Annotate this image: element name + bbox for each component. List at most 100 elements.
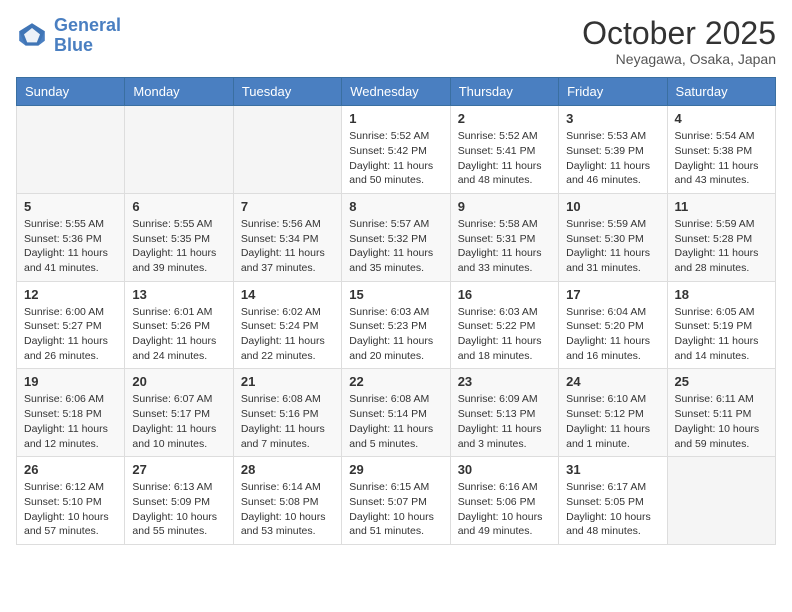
day-number: 5 — [24, 199, 117, 214]
day-number: 22 — [349, 374, 442, 389]
calendar-day-31: 31 Sunrise: 6:17 AM Sunset: 5:05 PM Dayli… — [559, 457, 667, 545]
calendar-week-row: 26Sunrise: 6:12 AM Sunset: 5:10 PM Dayli… — [17, 457, 776, 545]
day-info: Sunrise: 5:59 AM Sunset: 5:30 PM Dayligh… — [566, 217, 659, 276]
day-number: 29 — [349, 462, 442, 477]
day-info: Sunrise: 6:05 AM Sunset: 5:19 PM Dayligh… — [675, 305, 768, 364]
day-info: Sunrise: 6:13 AM Sunset: 5:09 PM Dayligh… — [132, 480, 225, 539]
calendar-day-17: 17Sunrise: 6:04 AM Sunset: 5:20 PM Dayli… — [559, 281, 667, 369]
logo: General Blue — [16, 16, 121, 56]
day-info: Sunrise: 6:02 AM Sunset: 5:24 PM Dayligh… — [241, 305, 334, 364]
calendar-day-20: 20 Sunrise: 6:07 AM Sunset: 5:17 PM Dayli… — [125, 369, 233, 457]
col-header-sunday: Sunday — [17, 78, 125, 106]
calendar-day-22: 22 Sunrise: 6:08 AM Sunset: 5:14 PM Dayli… — [342, 369, 450, 457]
day-number: 16 — [458, 287, 551, 302]
day-info: Sunrise: 6:06 AM Sunset: 5:18 PM Dayligh… — [24, 392, 117, 451]
location-subtitle: Neyagawa, Osaka, Japan — [582, 51, 776, 67]
calendar-day-18: 18 Sunrise: 6:05 AM Sunset: 5:19 PM Dayli… — [667, 281, 775, 369]
day-info: Sunrise: 6:10 AM Sunset: 5:12 PM Dayligh… — [566, 392, 659, 451]
day-number: 25 — [675, 374, 768, 389]
day-number: 6 — [132, 199, 225, 214]
calendar-day-13: 13 Sunrise: 6:01 AM Sunset: 5:26 PM Dayli… — [125, 281, 233, 369]
day-info: Sunrise: 5:54 AM Sunset: 5:38 PM Dayligh… — [675, 129, 768, 188]
calendar-header-row: SundayMondayTuesdayWednesdayThursdayFrid… — [17, 78, 776, 106]
day-info: Sunrise: 5:57 AM Sunset: 5:32 PM Dayligh… — [349, 217, 442, 276]
calendar-day-16: 16Sunrise: 6:03 AM Sunset: 5:22 PM Dayli… — [450, 281, 558, 369]
calendar-day-28: 28 Sunrise: 6:14 AM Sunset: 5:08 PM Dayli… — [233, 457, 341, 545]
logo-icon — [16, 20, 48, 52]
empty-cell — [125, 106, 233, 194]
day-info: Sunrise: 6:07 AM Sunset: 5:17 PM Dayligh… — [132, 392, 225, 451]
calendar-table: SundayMondayTuesdayWednesdayThursdayFrid… — [16, 77, 776, 545]
day-info: Sunrise: 5:59 AM Sunset: 5:28 PM Dayligh… — [675, 217, 768, 276]
day-info: Sunrise: 6:17 AM Sunset: 5:05 PM Dayligh… — [566, 480, 659, 539]
empty-cell — [233, 106, 341, 194]
day-number: 31 — [566, 462, 659, 477]
calendar-day-1: 1Sunrise: 5:52 AM Sunset: 5:42 PM Daylig… — [342, 106, 450, 194]
day-number: 9 — [458, 199, 551, 214]
day-info: Sunrise: 6:12 AM Sunset: 5:10 PM Dayligh… — [24, 480, 117, 539]
calendar-day-29: 29 Sunrise: 6:15 AM Sunset: 5:07 PM Dayli… — [342, 457, 450, 545]
day-number: 15 — [349, 287, 442, 302]
day-number: 12 — [24, 287, 117, 302]
calendar-week-row: 5 Sunrise: 5:55 AM Sunset: 5:36 PM Daylig… — [17, 193, 776, 281]
col-header-thursday: Thursday — [450, 78, 558, 106]
calendar-day-7: 7Sunrise: 5:56 AM Sunset: 5:34 PM Daylig… — [233, 193, 341, 281]
day-info: Sunrise: 6:01 AM Sunset: 5:26 PM Dayligh… — [132, 305, 225, 364]
day-info: Sunrise: 6:08 AM Sunset: 5:14 PM Dayligh… — [349, 392, 442, 451]
logo-line1: General — [54, 15, 121, 35]
calendar-day-14: 14 Sunrise: 6:02 AM Sunset: 5:24 PM Dayli… — [233, 281, 341, 369]
calendar-day-11: 11 Sunrise: 5:59 AM Sunset: 5:28 PM Dayli… — [667, 193, 775, 281]
calendar-day-9: 9 Sunrise: 5:58 AM Sunset: 5:31 PM Daylig… — [450, 193, 558, 281]
day-number: 14 — [241, 287, 334, 302]
day-number: 24 — [566, 374, 659, 389]
calendar-day-24: 24 Sunrise: 6:10 AM Sunset: 5:12 PM Dayli… — [559, 369, 667, 457]
day-info: Sunrise: 6:14 AM Sunset: 5:08 PM Dayligh… — [241, 480, 334, 539]
calendar-day-8: 8 Sunrise: 5:57 AM Sunset: 5:32 PM Daylig… — [342, 193, 450, 281]
day-number: 8 — [349, 199, 442, 214]
day-number: 3 — [566, 111, 659, 126]
day-info: Sunrise: 6:09 AM Sunset: 5:13 PM Dayligh… — [458, 392, 551, 451]
day-number: 30 — [458, 462, 551, 477]
day-info: Sunrise: 5:52 AM Sunset: 5:42 PM Dayligh… — [349, 129, 442, 188]
day-info: Sunrise: 5:58 AM Sunset: 5:31 PM Dayligh… — [458, 217, 551, 276]
logo-text: General Blue — [54, 16, 121, 56]
col-header-monday: Monday — [125, 78, 233, 106]
day-number: 10 — [566, 199, 659, 214]
calendar-day-15: 15 Sunrise: 6:03 AM Sunset: 5:23 PM Dayli… — [342, 281, 450, 369]
col-header-wednesday: Wednesday — [342, 78, 450, 106]
calendar-day-2: 2Sunrise: 5:52 AM Sunset: 5:41 PM Daylig… — [450, 106, 558, 194]
calendar-day-5: 5 Sunrise: 5:55 AM Sunset: 5:36 PM Daylig… — [17, 193, 125, 281]
day-info: Sunrise: 5:55 AM Sunset: 5:36 PM Dayligh… — [24, 217, 117, 276]
month-title: October 2025 — [582, 16, 776, 51]
day-number: 17 — [566, 287, 659, 302]
day-number: 4 — [675, 111, 768, 126]
day-number: 13 — [132, 287, 225, 302]
calendar-week-row: 19 Sunrise: 6:06 AM Sunset: 5:18 PM Dayli… — [17, 369, 776, 457]
calendar-day-21: 21Sunrise: 6:08 AM Sunset: 5:16 PM Dayli… — [233, 369, 341, 457]
day-info: Sunrise: 5:53 AM Sunset: 5:39 PM Dayligh… — [566, 129, 659, 188]
day-number: 20 — [132, 374, 225, 389]
day-info: Sunrise: 6:16 AM Sunset: 5:06 PM Dayligh… — [458, 480, 551, 539]
logo-line2: Blue — [54, 35, 93, 55]
calendar-day-23: 23Sunrise: 6:09 AM Sunset: 5:13 PM Dayli… — [450, 369, 558, 457]
header: General Blue October 2025 Neyagawa, Osak… — [16, 16, 776, 67]
day-info: Sunrise: 6:11 AM Sunset: 5:11 PM Dayligh… — [675, 392, 768, 451]
calendar-day-10: 10 Sunrise: 5:59 AM Sunset: 5:30 PM Dayli… — [559, 193, 667, 281]
day-info: Sunrise: 5:55 AM Sunset: 5:35 PM Dayligh… — [132, 217, 225, 276]
empty-cell — [667, 457, 775, 545]
calendar-day-6: 6 Sunrise: 5:55 AM Sunset: 5:35 PM Daylig… — [125, 193, 233, 281]
day-number: 28 — [241, 462, 334, 477]
day-info: Sunrise: 6:15 AM Sunset: 5:07 PM Dayligh… — [349, 480, 442, 539]
day-info: Sunrise: 6:03 AM Sunset: 5:23 PM Dayligh… — [349, 305, 442, 364]
calendar-day-25: 25 Sunrise: 6:11 AM Sunset: 5:11 PM Dayli… — [667, 369, 775, 457]
day-number: 11 — [675, 199, 768, 214]
calendar-day-26: 26Sunrise: 6:12 AM Sunset: 5:10 PM Dayli… — [17, 457, 125, 545]
day-number: 19 — [24, 374, 117, 389]
day-number: 21 — [241, 374, 334, 389]
day-info: Sunrise: 5:52 AM Sunset: 5:41 PM Dayligh… — [458, 129, 551, 188]
day-number: 18 — [675, 287, 768, 302]
title-section: October 2025 Neyagawa, Osaka, Japan — [582, 16, 776, 67]
calendar-week-row: 1Sunrise: 5:52 AM Sunset: 5:42 PM Daylig… — [17, 106, 776, 194]
day-number: 27 — [132, 462, 225, 477]
calendar-week-row: 12Sunrise: 6:00 AM Sunset: 5:27 PM Dayli… — [17, 281, 776, 369]
